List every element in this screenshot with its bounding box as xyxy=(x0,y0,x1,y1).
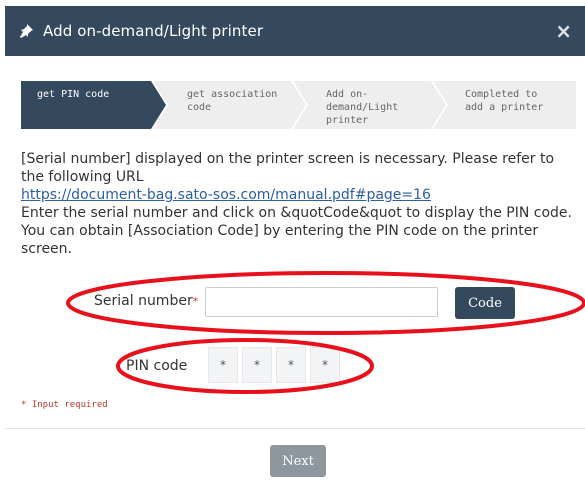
next-button[interactable]: Next xyxy=(270,445,326,477)
pin-code-label: PIN code xyxy=(126,358,188,374)
manual-link[interactable]: https://document-bag.sato-sos.com/manual… xyxy=(21,187,431,203)
pushpin-icon xyxy=(18,22,36,40)
dialog-title: Add on-demand/Light printer xyxy=(43,22,264,40)
dialog-header: Add on-demand/Light printer × xyxy=(5,6,585,56)
code-button[interactable]: Code xyxy=(455,287,515,319)
step-2-label: get association code xyxy=(187,89,278,113)
pin-digit-1: * xyxy=(208,347,238,383)
required-asterisk: * xyxy=(192,295,199,308)
instruction-text-1: [Serial number] displayed on the printer… xyxy=(21,151,555,185)
serial-number-label: Serial number* xyxy=(94,293,198,309)
serial-number-label-text: Serial number xyxy=(94,293,193,309)
required-note: * Input required xyxy=(21,400,108,410)
footer-divider xyxy=(5,428,585,429)
step-progress-bar: get PIN code get association code Add on… xyxy=(21,81,576,129)
pin-digit-2: * xyxy=(242,347,272,383)
step-4-label: Completed to add a printer xyxy=(465,89,544,113)
serial-number-input[interactable] xyxy=(205,287,438,317)
instructions: [Serial number] displayed on the printer… xyxy=(21,150,579,258)
pin-digit-3: * xyxy=(276,347,306,383)
step-1-label: get PIN code xyxy=(37,89,110,100)
instruction-text-2: Enter the serial number and click on &qu… xyxy=(21,205,572,257)
step-3-label: Add on- demand/Light printer xyxy=(326,89,399,126)
pin-digit-4: * xyxy=(310,347,340,383)
close-icon[interactable]: × xyxy=(555,19,572,43)
